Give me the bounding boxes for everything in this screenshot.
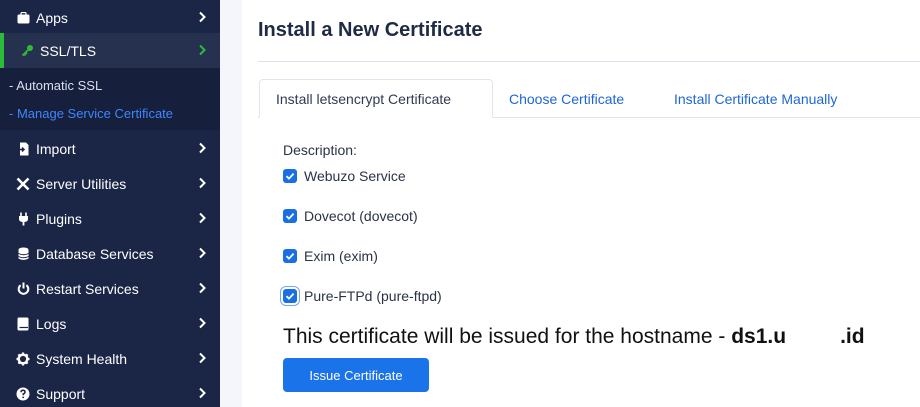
service-checkbox-row[interactable]: Pure-FTPd (pure-ftpd)	[283, 287, 442, 305]
sidebar-item-label: Import	[36, 140, 76, 157]
question-icon	[16, 387, 30, 401]
description-label: Description:	[283, 142, 357, 158]
check-icon	[285, 212, 295, 220]
hostname-notice: This certificate will be issued for the …	[283, 325, 865, 349]
sidebar-item-ssl-tls[interactable]: SSL/TLS	[0, 33, 220, 68]
tools-icon	[16, 177, 30, 191]
sidebar-item-label: System Health	[36, 350, 128, 367]
checkbox-label: Exim (exim)	[304, 248, 378, 264]
chevron-right-icon	[199, 11, 206, 23]
hostname-value: ds1.u	[731, 325, 787, 348]
gear-icon	[16, 352, 30, 366]
book-icon	[16, 317, 30, 331]
checkbox-label: Webuzo Service	[304, 168, 406, 184]
sidebar-item-label: SSL/TLS	[40, 42, 97, 59]
ssl-submenu: - Automatic SSL - Manage Service Certifi…	[0, 68, 220, 130]
hostname-text: This certificate will be issued for the …	[283, 325, 732, 348]
sidebar-item-server-utilities[interactable]: Server Utilities	[0, 166, 220, 201]
divider	[258, 61, 920, 62]
checkbox-label: Dovecot (dovecot)	[304, 208, 418, 224]
sidebar-item-apps[interactable]: Apps	[0, 0, 220, 35]
checkbox-webuzo[interactable]	[283, 169, 297, 183]
content-gutter	[220, 0, 242, 407]
checkbox-dovecot[interactable]	[283, 209, 297, 223]
power-icon	[16, 282, 30, 296]
key-icon	[20, 44, 34, 58]
service-checkbox-row[interactable]: Webuzo Service	[283, 167, 406, 185]
hostname-suffix: .id	[840, 325, 865, 348]
chevron-right-icon	[199, 317, 206, 329]
checkbox-exim[interactable]	[283, 249, 297, 263]
plug-icon	[16, 212, 30, 226]
main-content: Install a New Certificate Install letsen…	[242, 0, 920, 407]
chevron-right-icon	[199, 282, 206, 294]
active-indicator	[0, 33, 4, 68]
submenu-item-automatic-ssl[interactable]: - Automatic SSL	[9, 78, 102, 93]
sidebar-item-restart-services[interactable]: Restart Services	[0, 271, 220, 306]
submenu-item-manage-service-certificate[interactable]: - Manage Service Certificate	[9, 106, 173, 121]
chevron-right-icon	[199, 142, 206, 154]
check-icon	[285, 292, 295, 300]
issue-certificate-button[interactable]: Issue Certificate	[283, 358, 429, 392]
briefcase-icon	[16, 11, 30, 25]
checkbox-label: Pure-FTPd (pure-ftpd)	[304, 288, 442, 304]
sidebar-item-label: Server Utilities	[36, 175, 127, 192]
sidebar-item-database-services[interactable]: Database Services	[0, 236, 220, 271]
service-checkbox-row[interactable]: Exim (exim)	[283, 247, 378, 265]
sidebar-item-label: Logs	[36, 315, 67, 332]
checkbox-pure-ftpd[interactable]	[283, 289, 297, 303]
sidebar-item-label: Database Services	[36, 245, 154, 262]
sidebar-item-label: Support	[36, 385, 86, 402]
check-icon	[285, 172, 295, 180]
page-title: Install a New Certificate	[258, 19, 483, 41]
database-icon	[16, 247, 30, 261]
tab-choose-certificate[interactable]: Choose Certificate	[493, 79, 640, 118]
check-icon	[285, 252, 295, 260]
chevron-right-icon	[199, 212, 206, 224]
sidebar-item-support[interactable]: Support	[0, 376, 220, 407]
sidebar-item-plugins[interactable]: Plugins	[0, 201, 220, 236]
tab-install-letsencrypt[interactable]: Install letsencrypt Certificate	[259, 79, 493, 118]
chevron-right-icon	[199, 247, 206, 259]
sidebar-item-label: Restart Services	[36, 280, 139, 297]
sidebar-item-label: Plugins	[36, 210, 82, 227]
chevron-right-icon	[199, 352, 206, 364]
sidebar-item-import[interactable]: Import	[0, 131, 220, 166]
sidebar-item-label: Apps	[36, 9, 68, 26]
sidebar: Apps SSL/TLS - Automatic SSL - Manage Se…	[0, 0, 220, 407]
chevron-right-icon	[199, 177, 206, 189]
chevron-right-icon	[199, 44, 206, 56]
chevron-right-icon	[199, 387, 206, 399]
tab-install-manually[interactable]: Install Certificate Manually	[658, 79, 853, 118]
sidebar-item-system-health[interactable]: System Health	[0, 341, 220, 376]
service-checkbox-row[interactable]: Dovecot (dovecot)	[283, 207, 418, 225]
sidebar-item-logs[interactable]: Logs	[0, 306, 220, 341]
import-icon	[16, 142, 30, 156]
